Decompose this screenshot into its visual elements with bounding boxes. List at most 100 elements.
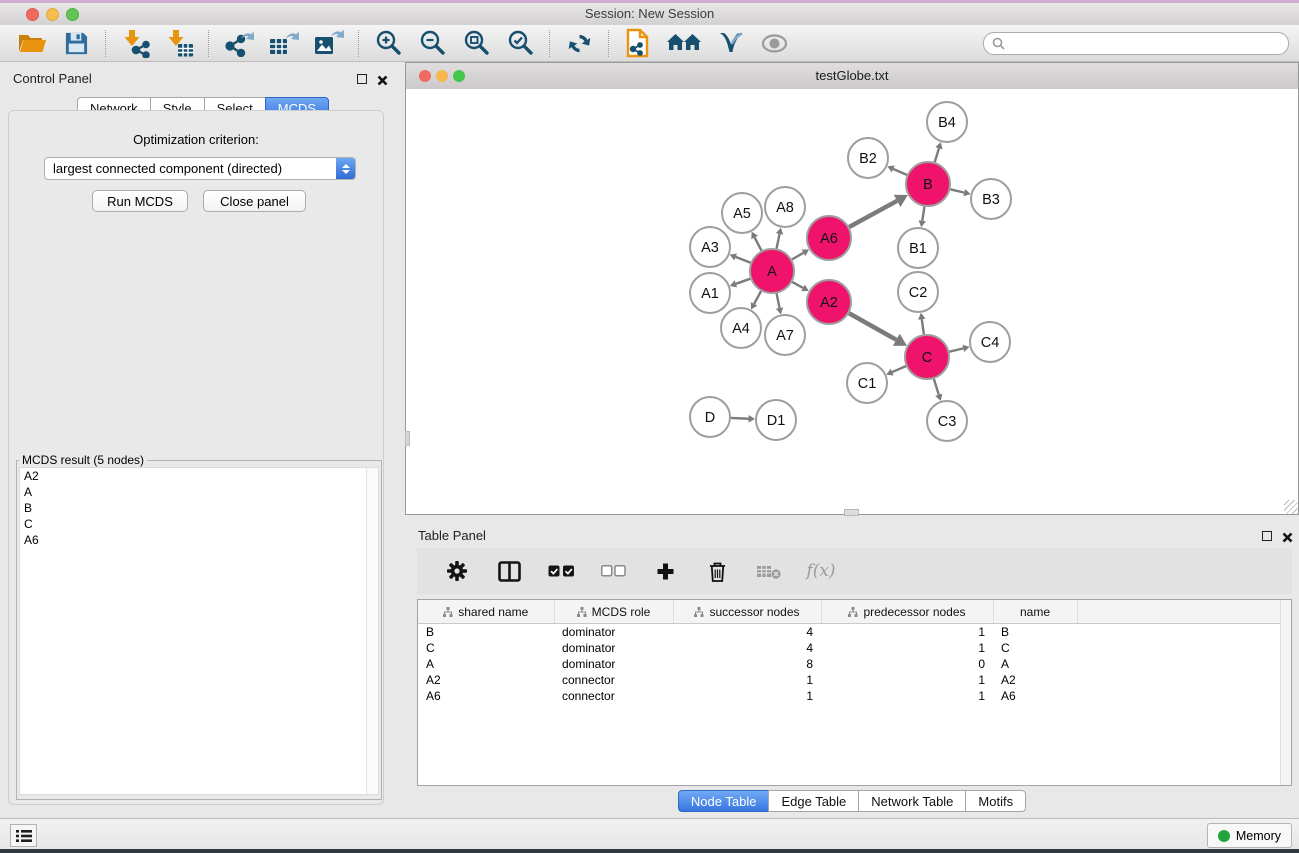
table-cell[interactable]: 4 (673, 640, 821, 656)
tab-network-table[interactable]: Network Table (858, 790, 966, 812)
delete-column-button[interactable] (691, 555, 743, 587)
show-all-nodes-button[interactable] (660, 27, 708, 59)
task-history-button[interactable] (10, 824, 37, 847)
table-cell[interactable]: A2 (418, 672, 554, 688)
control-panel-float-icon[interactable] (357, 74, 367, 84)
graph-edge-B-B3[interactable] (950, 189, 964, 192)
import-network-button[interactable] (113, 27, 157, 59)
graph-edge-C-C1[interactable] (892, 366, 906, 372)
graph-edge-A-A6[interactable] (792, 253, 804, 260)
tab-node-table[interactable]: Node Table (678, 790, 770, 812)
table-cell[interactable]: 1 (673, 672, 821, 688)
zoom-selected-button[interactable] (498, 27, 542, 59)
graph-edge-A-A5[interactable] (755, 237, 762, 250)
table-row[interactable]: Adominator80A (418, 656, 1291, 672)
delete-table-button[interactable] (743, 555, 795, 587)
search-input[interactable] (1010, 34, 1288, 52)
graph-edge-A-A3[interactable] (736, 257, 751, 263)
table-cell[interactable]: 1 (821, 640, 993, 656)
close-panel-button[interactable]: Close panel (203, 190, 306, 212)
table-cell[interactable]: A6 (993, 688, 1077, 704)
graph-edge-A-A2[interactable] (792, 282, 803, 288)
table-cell[interactable]: 0 (821, 656, 993, 672)
table-cell[interactable]: A6 (418, 688, 554, 704)
table-cell[interactable]: 4 (673, 624, 821, 641)
open-session-button[interactable] (10, 27, 54, 59)
mcds-result-list[interactable]: A2ABCA6 (19, 467, 379, 795)
graph-edge-A6-B[interactable] (849, 201, 897, 227)
function-builder-button[interactable]: f(x) (795, 555, 847, 587)
table-cell[interactable]: connector (554, 672, 673, 688)
network-left-sash[interactable] (405, 431, 410, 446)
table-cell[interactable]: 1 (821, 672, 993, 688)
unselect-all-columns-button[interactable] (587, 555, 639, 587)
network-resize-grip[interactable] (1284, 500, 1298, 514)
column-header-successor-nodes[interactable]: successor nodes (673, 600, 821, 624)
table-panel-float-icon[interactable] (1262, 531, 1272, 541)
column-header-MCDS-role[interactable]: MCDS role (554, 600, 673, 624)
vizmapper-button[interactable] (708, 27, 752, 59)
table-cell[interactable]: dominator (554, 656, 673, 672)
show-column-panel-button[interactable] (483, 555, 535, 587)
memory-button[interactable]: Memory (1207, 823, 1292, 848)
table-cell[interactable]: A (418, 656, 554, 672)
table-cell[interactable]: 1 (821, 624, 993, 641)
table-cell[interactable]: A2 (993, 672, 1077, 688)
export-table-button[interactable] (261, 27, 306, 59)
graph-edge-A-A1[interactable] (736, 279, 750, 284)
graph-edge-B-B2[interactable] (893, 169, 907, 175)
table-cell[interactable]: A (993, 656, 1077, 672)
table-cell[interactable]: 8 (673, 656, 821, 672)
table-cell[interactable]: connector (554, 688, 673, 704)
select-all-columns-button[interactable] (535, 555, 587, 587)
table-cell[interactable]: 1 (821, 688, 993, 704)
network-bottom-sash[interactable] (844, 509, 859, 516)
graph-edge-A2-C[interactable] (849, 313, 896, 340)
run-mcds-button[interactable]: Run MCDS (92, 190, 188, 212)
mcds-result-item[interactable]: C (20, 516, 378, 532)
tab-motifs[interactable]: Motifs (965, 790, 1026, 812)
table-settings-button[interactable] (431, 555, 483, 587)
table-cell[interactable]: C (418, 640, 554, 656)
table-row[interactable]: A6connector11A6 (418, 688, 1291, 704)
export-network-button[interactable] (216, 27, 261, 59)
graph-edge-D-D1[interactable] (731, 418, 749, 419)
control-panel-close-icon[interactable] (377, 73, 388, 91)
graph-edge-A-A8[interactable] (777, 234, 780, 249)
table-row[interactable]: A2connector11A2 (418, 672, 1291, 688)
table-scrollbar[interactable] (1280, 600, 1291, 785)
hide-selected-button[interactable] (752, 27, 796, 59)
network-graph[interactable]: B4B2BB3A5A8A6A3B1AA1C2A2A4A7C4CC1C3DD1 (406, 89, 1298, 514)
apply-layout-button[interactable] (557, 27, 601, 59)
graph-edge-C-C3[interactable] (934, 379, 939, 395)
column-header-predecessor-nodes[interactable]: predecessor nodes (821, 600, 993, 624)
table-row[interactable]: Bdominator41B (418, 624, 1291, 641)
graph-edge-A-A7[interactable] (777, 294, 780, 309)
mcds-result-item[interactable]: A (20, 484, 378, 500)
table-panel-close-icon[interactable] (1282, 530, 1293, 548)
table-row[interactable]: Cdominator41C (418, 640, 1291, 656)
table-cell[interactable]: B (993, 624, 1077, 641)
table-cell[interactable]: dominator (554, 624, 673, 641)
zoom-fit-button[interactable] (454, 27, 498, 59)
graph-edge-B-B1[interactable] (922, 207, 924, 221)
table-cell[interactable]: dominator (554, 640, 673, 656)
import-table-button[interactable] (157, 27, 201, 59)
export-image-button[interactable] (306, 27, 351, 59)
table-cell[interactable]: B (418, 624, 554, 641)
create-column-button[interactable] (639, 555, 691, 587)
graph-edge-C-C2[interactable] (922, 319, 924, 334)
mcds-result-item[interactable]: A2 (20, 468, 378, 484)
search-field[interactable] (983, 32, 1289, 55)
network-canvas[interactable]: B4B2BB3A5A8A6A3B1AA1C2A2A4A7C4CC1C3DD1 (406, 89, 1298, 514)
mcds-result-scrollbar[interactable] (366, 468, 378, 794)
column-header-shared-name[interactable]: shared name (418, 600, 554, 624)
save-session-button[interactable] (54, 27, 98, 59)
graph-edge-B-B4[interactable] (935, 148, 939, 162)
mcds-result-item[interactable]: A6 (20, 532, 378, 548)
zoom-in-button[interactable] (366, 27, 410, 59)
table-cell[interactable]: C (993, 640, 1077, 656)
mcds-result-item[interactable]: B (20, 500, 378, 516)
graph-edge-A-A4[interactable] (754, 291, 761, 304)
tab-edge-table[interactable]: Edge Table (768, 790, 859, 812)
